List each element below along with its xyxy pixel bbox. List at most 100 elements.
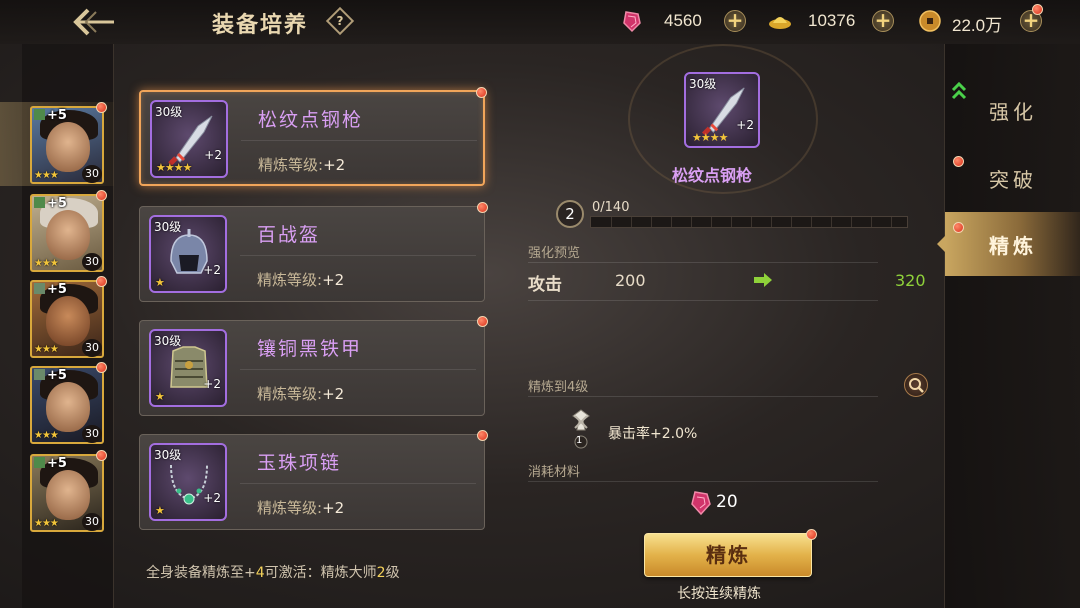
hero-level: 30 <box>82 339 102 357</box>
equipment-level: 30级 <box>154 334 182 348</box>
hero-slot-2[interactable]: +5 ★★★ 30 <box>30 190 107 272</box>
hero-level: 30 <box>82 513 102 531</box>
equipment-card-helmet[interactable]: 30级 +2 ★ 百战盔 精炼等级:+2 <box>139 202 488 302</box>
notification-dot <box>96 102 107 113</box>
refine-to-label: 精炼到4级 <box>528 380 589 395</box>
sword-icon <box>34 197 45 208</box>
hero-slot-5[interactable]: +5 ★★★ 30 <box>30 450 107 532</box>
preview-label: 强化预览 <box>528 246 581 261</box>
notification-dot <box>1032 4 1043 15</box>
skill-effect-text: 暴击率+2.0% <box>608 426 698 442</box>
divider <box>528 396 878 397</box>
coin-icon <box>919 10 941 32</box>
notification-dot <box>96 362 107 373</box>
currency-gem: 4560 + <box>620 6 750 36</box>
tab-label: 突破 <box>989 168 1037 192</box>
gold-ingot-icon <box>769 17 791 29</box>
arrow-right-icon <box>754 273 772 287</box>
hero-plus-label: +5 <box>34 108 67 123</box>
hero-slot-4[interactable]: +5 ★★★ 30 <box>30 362 107 444</box>
equipment-level: 30级 <box>155 105 183 119</box>
hero-plus-label: +5 <box>34 282 67 297</box>
equipment-icon: 30级 +2 ★ <box>149 443 227 521</box>
selected-equipment-icon: 30级 +2 ★★★★ <box>684 72 760 148</box>
equipment-icon: 30级 +2 ★ <box>149 215 227 293</box>
gem-icon <box>691 491 711 516</box>
back-arrow-icon <box>73 8 114 36</box>
equipment-name: 玉珠项链 <box>257 452 342 474</box>
back-button[interactable] <box>62 6 126 38</box>
shield-icon <box>34 369 45 380</box>
currency-gold: 10376 + <box>768 6 898 36</box>
divider <box>240 369 476 370</box>
sword-icon <box>34 457 45 468</box>
hero-level: 30 <box>82 425 102 443</box>
divider <box>528 262 878 263</box>
magnifier-icon <box>909 378 924 393</box>
page-title: 装备培养 <box>212 12 309 38</box>
active-tab-pointer <box>937 236 945 252</box>
divider <box>528 481 878 482</box>
equipment-icon: 30级 +2 ★★★★ <box>150 100 228 178</box>
tab-label: 精炼 <box>989 234 1037 258</box>
equipment-plus: +2 <box>204 148 222 162</box>
notification-dot <box>477 430 488 441</box>
tab-enhance[interactable]: 强化 <box>945 78 1080 142</box>
add-gold-button[interactable]: + <box>872 10 894 32</box>
gem-icon <box>623 11 641 33</box>
notification-dot <box>96 276 107 287</box>
refine-button[interactable]: 精炼 <box>644 529 817 577</box>
add-gem-button[interactable]: + <box>724 10 746 32</box>
help-button[interactable]: ? <box>325 6 355 36</box>
hero-plus-label: +5 <box>34 456 67 471</box>
skill-badge: 1 <box>563 408 599 450</box>
hero-plus-label: +5 <box>34 196 67 211</box>
notification-dot <box>806 529 817 540</box>
divider <box>528 300 878 301</box>
hold-tip: 长按连续精炼 <box>677 586 761 602</box>
upgrade-arrows-icon <box>951 81 967 100</box>
selected-equipment-name: 松纹点钢枪 <box>672 166 753 185</box>
refine-level-badge: 2 <box>556 200 584 228</box>
divider <box>240 483 476 484</box>
gold-count: 10376 <box>808 11 856 30</box>
equipment-name: 松纹点钢枪 <box>258 109 364 131</box>
refine-level: 精炼等级:+2 <box>257 385 345 403</box>
notification-dot <box>953 222 964 233</box>
equipment-card-armor[interactable]: 30级 +2 ★ 镶铜黑铁甲 精炼等级:+2 <box>139 316 488 416</box>
materials-label: 消耗材料 <box>528 465 581 480</box>
tab-refine[interactable]: 精炼 <box>937 212 1080 276</box>
currency-coin: 22.0万 + <box>918 4 1048 36</box>
notification-dot <box>953 156 964 167</box>
top-bar: 装备培养 ? 4560 + 10376 + 22.0万 + <box>0 0 1080 44</box>
divider <box>241 140 477 141</box>
refine-master-note: 全身装备精炼至+4可激活：精炼大师2级 <box>146 565 400 581</box>
preview-search-button[interactable] <box>904 373 928 397</box>
equipment-card-necklace[interactable]: 30级 +2 ★ 玉珠项链 精炼等级:+2 <box>139 430 488 530</box>
equipment-level: 30级 <box>154 448 182 462</box>
equipment-plus: +2 <box>203 491 221 505</box>
stat-name: 攻击 <box>528 275 562 295</box>
hero-slot-3[interactable]: +5 ★★★ 30 <box>30 276 107 358</box>
coin-count: 22.0万 <box>952 16 1003 35</box>
tab-breakthrough[interactable]: 突破 <box>945 146 1080 210</box>
sword-icon <box>34 109 45 120</box>
equipment-stars: ★★★★ <box>692 131 728 144</box>
hero-stars: ★★★ <box>34 518 59 529</box>
skill-badge-number: 1 <box>576 435 583 446</box>
equipment-plus: +2 <box>203 377 221 391</box>
divider <box>240 255 476 256</box>
hero-stars: ★★★ <box>34 170 59 181</box>
hero-slot-1[interactable]: +5 ★★★ 30 <box>30 102 107 184</box>
refine-progress: 2 0/140 <box>556 200 910 230</box>
progress-bar <box>590 216 908 228</box>
hero-list: +5 ★★★ 30 +5 ★★★ 30 +5 ★★★ 30 +5 ★★★ 30 <box>0 44 114 608</box>
notification-dot <box>476 87 487 98</box>
equipment-stars: ★ <box>155 390 165 403</box>
hero-level: 30 <box>82 165 102 183</box>
refine-level: 精炼等级:+2 <box>257 271 345 289</box>
equipment-card-weapon[interactable]: 30级 +2 ★★★★ 松纹点钢枪 精炼等级:+2 <box>139 87 487 186</box>
equipment-level: 30级 <box>154 220 182 234</box>
function-tabs: 强化 突破 精炼 <box>937 44 1080 608</box>
shield-icon <box>34 283 45 294</box>
